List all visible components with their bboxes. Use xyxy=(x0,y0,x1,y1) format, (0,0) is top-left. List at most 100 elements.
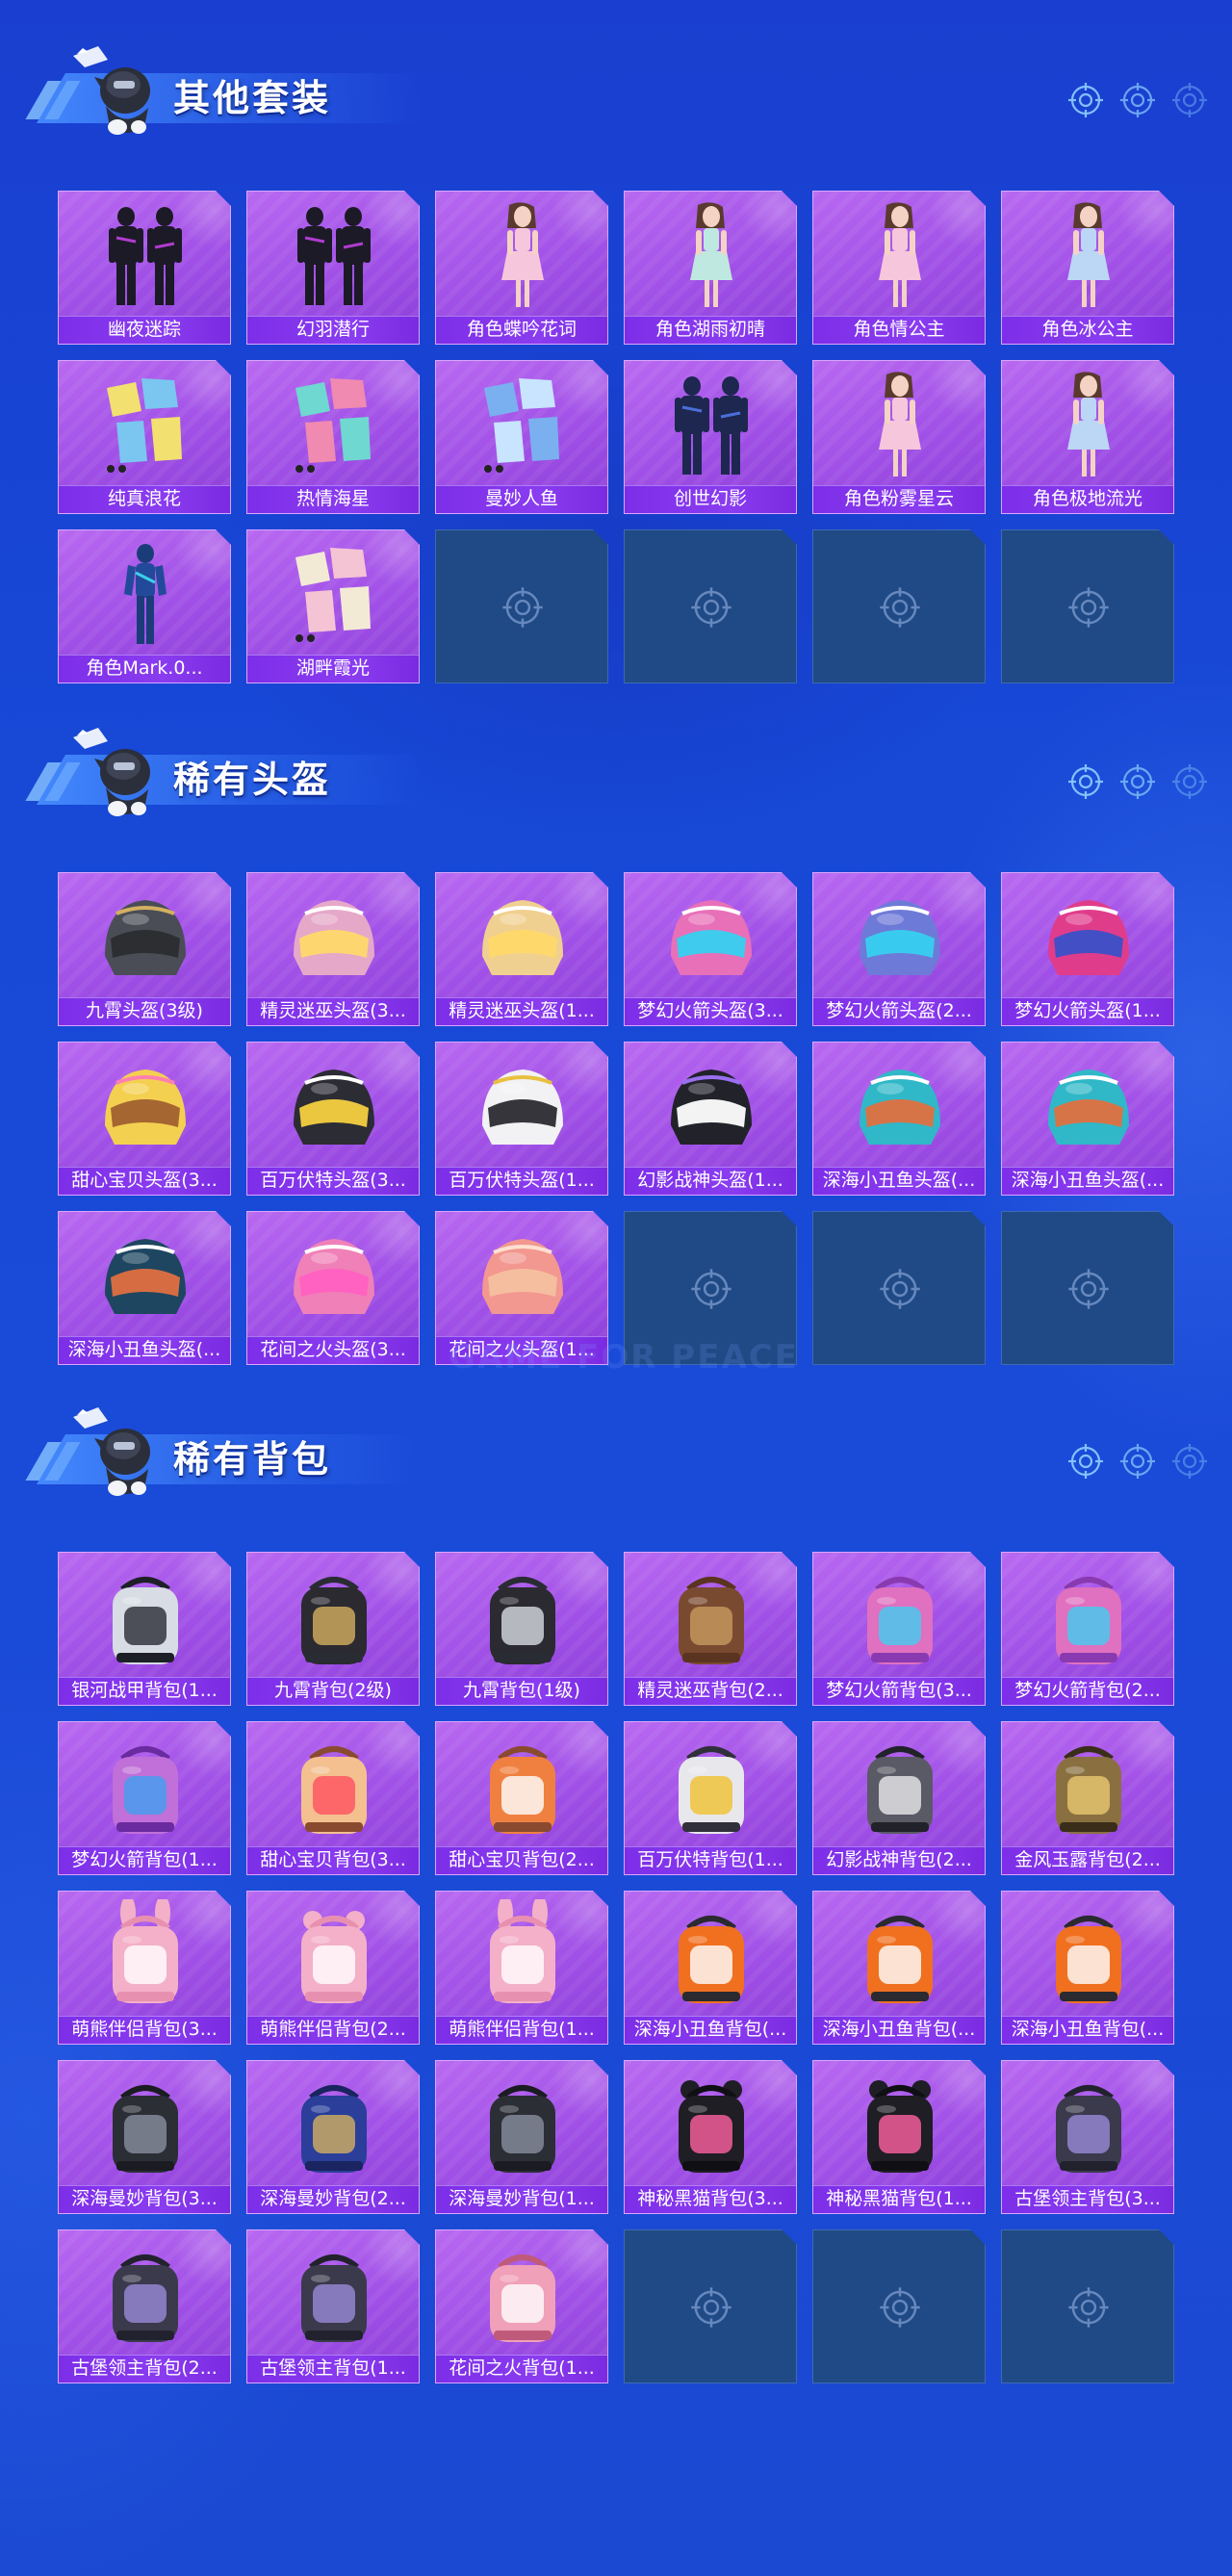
item-card[interactable]: 曼妙人鱼 xyxy=(435,360,608,514)
bag-cake-icon xyxy=(301,1746,367,1834)
bag-cat-black-icon xyxy=(679,2080,744,2173)
empty-slot xyxy=(435,529,608,683)
item-card[interactable]: 深海曼妙背包(1... xyxy=(435,2060,608,2214)
item-label: 古堡领主背包(1... xyxy=(260,2357,406,2379)
item-card[interactable]: 精灵迷巫头盔(1... xyxy=(435,872,608,1026)
item-card[interactable]: 百万伏特背包(1... xyxy=(624,1721,797,1875)
item-card[interactable]: 幻影战神头盔(1... xyxy=(624,1042,797,1196)
item-card[interactable]: 角色湖雨初晴 xyxy=(624,191,797,345)
item-card[interactable]: 古堡领主背包(1... xyxy=(246,2229,420,2383)
item-card[interactable]: 角色情公主 xyxy=(812,191,986,345)
item-card[interactable]: 创世幻影 xyxy=(624,360,797,514)
item-card[interactable]: 萌熊伴侣背包(1... xyxy=(435,1891,608,2045)
item-card[interactable]: 精灵迷巫头盔(3... xyxy=(246,872,420,1026)
bag-flower-pink-icon xyxy=(490,2254,555,2342)
item-label: 角色Mark.0... xyxy=(86,657,203,679)
helmet-gold-icon xyxy=(105,900,186,975)
item-card[interactable]: 深海小丑鱼背包(... xyxy=(1001,1891,1174,2045)
item-card[interactable]: 神秘黑猫背包(1... xyxy=(812,2060,986,2214)
item-label: 百万伏特头盔(1... xyxy=(449,1170,595,1191)
item-card[interactable]: 梦幻火箭头盔(1... xyxy=(1001,872,1174,1026)
item-card[interactable]: 百万伏特头盔(1... xyxy=(435,1042,608,1196)
outfit-girl-pink-icon xyxy=(879,202,921,307)
section-1: 其他套装 幽夜迷踪 幻羽潜行 角色蝶吟花词 角色湖雨初晴 角色情公主 角色冰公主… xyxy=(0,39,1232,712)
section-header: 稀有背包 xyxy=(25,1400,1211,1506)
bag-rocket-purple-icon xyxy=(113,1746,178,1834)
item-card[interactable]: 甜心宝贝背包(2... xyxy=(435,1721,608,1875)
item-card[interactable]: 花间之火背包(1... xyxy=(435,2229,608,2383)
helmet-phantom-icon xyxy=(671,1069,752,1145)
bag-castle-dark-icon xyxy=(1056,2085,1121,2173)
item-label: 梦幻火箭头盔(3... xyxy=(637,1000,783,1021)
item-card[interactable]: 精灵迷巫背包(2... xyxy=(624,1552,797,1706)
reticle-icon xyxy=(1118,1442,1157,1484)
item-card[interactable]: 深海小丑鱼背包(... xyxy=(812,1891,986,2045)
item-card[interactable]: 角色Mark.0... xyxy=(58,529,231,683)
item-card[interactable]: 梦幻火箭头盔(2... xyxy=(812,872,986,1026)
item-grid: 幽夜迷踪 幻羽潜行 角色蝶吟花词 角色湖雨初晴 角色情公主 角色冰公主 纯真浪花… xyxy=(58,191,1174,683)
item-card[interactable]: 深海小丑鱼头盔(... xyxy=(812,1042,986,1196)
item-card[interactable]: 九霄背包(2级) xyxy=(246,1552,420,1706)
item-card[interactable]: 深海小丑鱼背包(... xyxy=(624,1891,797,2045)
item-card[interactable]: 深海曼妙背包(3... xyxy=(58,2060,231,2214)
item-card[interactable]: 神秘黑猫背包(3... xyxy=(624,2060,797,2214)
empty-slot xyxy=(1001,2229,1174,2383)
empty-slot xyxy=(1001,529,1174,683)
item-card[interactable]: 古堡领主背包(2... xyxy=(58,2229,231,2383)
item-label: 梦幻火箭背包(2... xyxy=(1014,1680,1161,1701)
item-card[interactable]: 湖畔霞光 xyxy=(246,529,420,683)
item-card[interactable]: 深海曼妙背包(2... xyxy=(246,2060,420,2214)
item-grid: 九霄头盔(3级) 精灵迷巫头盔(3... 精灵迷巫头盔(1... 梦幻火箭头盔(… xyxy=(58,872,1174,1365)
reticle-icon xyxy=(1118,81,1157,123)
item-card[interactable]: 角色冰公主 xyxy=(1001,191,1174,345)
item-card[interactable]: 幻影战神背包(2... xyxy=(812,1721,986,1875)
item-label: 幻影战神背包(2... xyxy=(826,1849,972,1870)
outfit-girl-pink-icon xyxy=(879,372,921,477)
item-card[interactable]: 萌熊伴侣背包(3... xyxy=(58,1891,231,2045)
outfit-pieces-blue-icon xyxy=(484,378,559,473)
item-card[interactable]: 梦幻火箭背包(3... xyxy=(812,1552,986,1706)
bag-brown-icon xyxy=(679,1577,744,1664)
section-title: 稀有背包 xyxy=(173,1438,332,1481)
item-card[interactable]: 幻羽潜行 xyxy=(246,191,420,345)
mascot-icon xyxy=(56,720,181,826)
item-card[interactable]: 幽夜迷踪 xyxy=(58,191,231,345)
item-card[interactable]: 深海小丑鱼头盔(... xyxy=(58,1211,231,1365)
item-card[interactable]: 甜心宝贝头盔(3... xyxy=(58,1042,231,1196)
item-label: 百万伏特背包(1... xyxy=(637,1849,783,1870)
item-label: 精灵迷巫头盔(1... xyxy=(449,1000,595,1021)
helmet-winged-pink-icon xyxy=(294,900,374,975)
item-card[interactable]: 九霄头盔(3级) xyxy=(58,872,231,1026)
reticle-icon xyxy=(1066,81,1105,123)
helmet-volt-white-icon xyxy=(482,1069,563,1145)
bag-clownfish-icon xyxy=(867,1916,933,2003)
item-card[interactable]: 角色粉雾星云 xyxy=(812,360,986,514)
item-label: 角色极地流光 xyxy=(1032,488,1142,509)
decorative-reticles xyxy=(1066,762,1211,805)
item-label: 幽夜迷踪 xyxy=(107,319,181,340)
item-card[interactable]: 百万伏特头盔(3... xyxy=(246,1042,420,1196)
item-label: 创世幻影 xyxy=(673,488,747,509)
item-card[interactable]: 深海小丑鱼头盔(... xyxy=(1001,1042,1174,1196)
item-card[interactable]: 梦幻火箭背包(2... xyxy=(1001,1552,1174,1706)
item-card[interactable]: 甜心宝贝背包(3... xyxy=(246,1721,420,1875)
bag-rocket-pink-icon xyxy=(1056,1577,1121,1664)
item-card[interactable]: 花间之火头盔(3... xyxy=(246,1211,420,1365)
item-card[interactable]: 萌熊伴侣背包(2... xyxy=(246,1891,420,2045)
item-card[interactable]: 银河战甲背包(1... xyxy=(58,1552,231,1706)
item-card[interactable]: 纯真浪花 xyxy=(58,360,231,514)
item-card[interactable]: 梦幻火箭头盔(3... xyxy=(624,872,797,1026)
outfit-pieces-yellow-icon xyxy=(107,378,182,473)
item-card[interactable]: 角色极地流光 xyxy=(1001,360,1174,514)
item-label: 精灵迷巫背包(2... xyxy=(637,1680,783,1701)
item-card[interactable]: 古堡领主背包(3... xyxy=(1001,2060,1174,2214)
item-grid: 银河战甲背包(1... 九霄背包(2级) 九霄背包(1级) 精灵迷巫背包(2..… xyxy=(58,1552,1174,2383)
item-card[interactable]: 金风玉露背包(2... xyxy=(1001,1721,1174,1875)
item-card[interactable]: 热情海星 xyxy=(246,360,420,514)
bag-galaxy-icon xyxy=(113,1577,178,1664)
outfit-pieces-cream-icon xyxy=(295,548,371,642)
item-card[interactable]: 九霄背包(1级) xyxy=(435,1552,608,1706)
item-card[interactable]: 角色蝶吟花词 xyxy=(435,191,608,345)
item-card[interactable]: 梦幻火箭背包(1... xyxy=(58,1721,231,1875)
outfit-girl-mint-icon xyxy=(690,202,732,307)
